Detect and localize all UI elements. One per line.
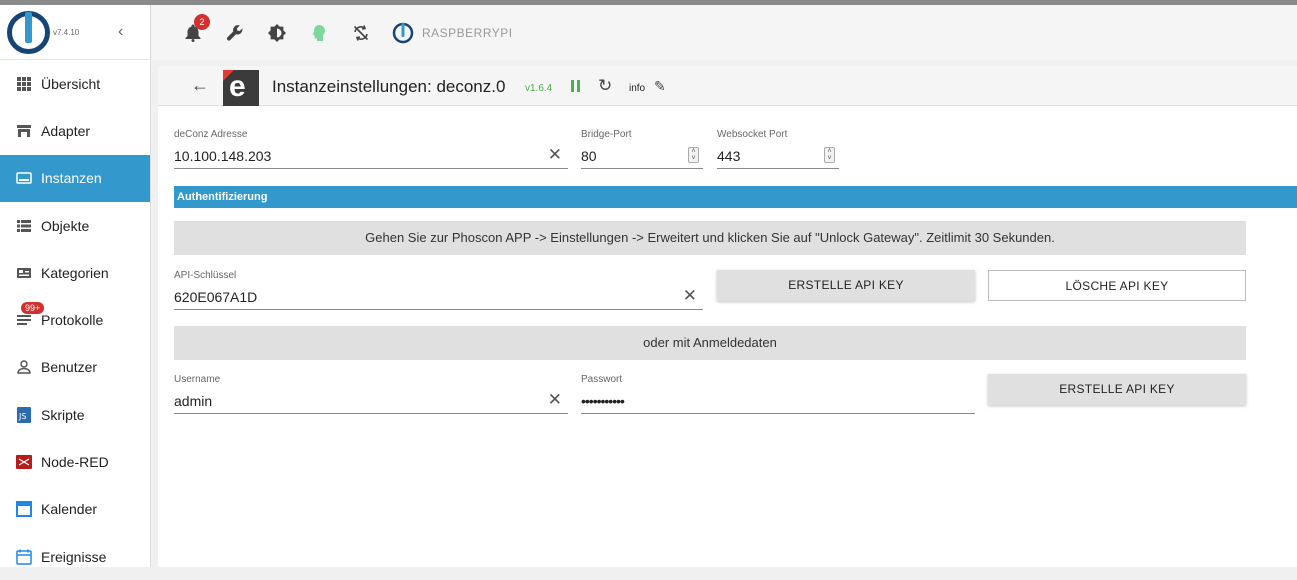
bell-icon[interactable]: 2 (182, 13, 210, 44)
clear-icon[interactable]: ✕ (548, 390, 562, 410)
sidebar-item-label: Objekte (41, 217, 90, 234)
input-value: 80 (581, 148, 597, 164)
sidebar: v7.4.10 ‹ Übersicht Adapter Instanzen Ob… (0, 5, 151, 567)
spinner-icon[interactable]: ˄ ˅ (688, 147, 699, 163)
host-name: RASPBERRYPI (422, 25, 513, 40)
api-key-input[interactable]: 620E067A1D ✕ (174, 286, 703, 310)
clear-icon[interactable]: ✕ (548, 145, 562, 165)
bridge-port-field: Bridge-Port 80 ˄ ˅ (581, 129, 703, 169)
sidebar-item-label: Adapter (41, 122, 91, 139)
info-link[interactable]: info (629, 83, 645, 94)
wrench-icon[interactable] (224, 22, 246, 44)
websocket-port-input[interactable]: 443 ˄ ˅ (717, 146, 839, 169)
panel-header: ← e Instanzeinstellungen: deconz.0 v1.6.… (158, 66, 1297, 106)
top-toolbar: 2 RASPBERRYPI (152, 5, 1297, 60)
deconz-adapter-logo: e (223, 70, 259, 106)
iobroker-logo[interactable] (7, 11, 50, 54)
user-icon (15, 358, 33, 376)
field-label: Username (174, 374, 221, 385)
sidebar-item-label: Übersicht (41, 75, 101, 92)
password-input[interactable]: ••••••••••• (581, 391, 975, 414)
sidebar-item-label: Kategorien (41, 264, 109, 281)
sidebar-item-label: Kalender (41, 501, 98, 518)
calendar-icon (15, 500, 33, 518)
input-value: 443 (717, 148, 741, 164)
chevron-left-icon[interactable]: ‹ (118, 23, 123, 41)
unlock-gateway-notice: Gehen Sie zur Phoscon APP -> Einstellung… (174, 221, 1246, 255)
username-field: Username admin ✕ (174, 374, 568, 414)
brightness-icon[interactable] (266, 22, 288, 44)
log-count-badge: 99+ (21, 302, 45, 315)
sidebar-item-skripte[interactable]: JS Skripte (0, 391, 150, 438)
sidebar-item-node-red[interactable]: Node-RED (0, 438, 150, 485)
page-title: Instanzeinstellungen: deconz.0 (272, 77, 506, 96)
input-value: ••••••••••• (581, 393, 625, 409)
create-api-key-credentials-button[interactable]: ERSTELLE API KEY (988, 374, 1246, 405)
pause-icon[interactable] (570, 80, 581, 92)
api-key-field: API-Schlüssel 620E067A1D ✕ (174, 270, 703, 310)
notification-count-badge: 2 (194, 13, 210, 30)
field-label: Bridge-Port (581, 129, 632, 140)
javascript-icon: JS (15, 406, 33, 424)
sidebar-item-label: Skripte (41, 406, 85, 423)
field-label: deConz Adresse (174, 129, 248, 140)
svg-text:JS: JS (18, 412, 26, 421)
deconz-address-input[interactable]: 10.100.148.203 ✕ (174, 145, 568, 169)
deconz-address-field: deConz Adresse 10.100.148.203 ✕ (174, 129, 568, 169)
sidebar-item-instanzen[interactable]: Instanzen (0, 154, 150, 202)
create-api-key-button[interactable]: ERSTELLE API KEY (717, 270, 975, 301)
adapter-version: v1.6.4 (525, 83, 553, 94)
node-red-icon (15, 453, 33, 471)
instance-settings-panel: ← e Instanzeinstellungen: deconz.0 v1.6.… (158, 66, 1297, 567)
category-icon (15, 264, 33, 282)
input-value: 620E067A1D (174, 289, 258, 305)
sidebar-item-benutzer[interactable]: Benutzer (0, 344, 150, 391)
sidebar-item-kalender[interactable]: Kalender (0, 486, 150, 533)
app-version: v7.4.10 (53, 28, 80, 37)
sidebar-item-label: Protokolle (41, 312, 104, 329)
websocket-port-field: Websocket Port 443 ˄ ˅ (717, 129, 839, 169)
sync-off-icon[interactable] (350, 22, 372, 44)
list-icon (15, 217, 33, 235)
spinner-icon[interactable]: ˄ ˅ (824, 147, 835, 163)
sidebar-item-objekte[interactable]: Objekte (0, 202, 150, 249)
sidebar-item-uebersicht[interactable]: Übersicht (0, 60, 150, 107)
pencil-icon[interactable]: ✎ (654, 78, 666, 95)
field-label: Passwort (581, 374, 623, 385)
sidebar-item-label: Node-RED (41, 454, 109, 471)
field-label: Websocket Port (717, 129, 788, 140)
clear-icon[interactable]: ✕ (683, 286, 697, 306)
instances-icon (15, 169, 33, 187)
arrow-left-icon[interactable]: ← (191, 75, 209, 96)
sidebar-item-kategorien[interactable]: Kategorien (0, 249, 150, 296)
expert-mode-icon[interactable] (308, 22, 330, 44)
input-value: admin (174, 393, 213, 409)
section-header-authentication: Authentifizierung (174, 186, 1297, 208)
sidebar-item-ereignisse[interactable]: Ereignisse (0, 533, 150, 580)
field-label: API-Schlüssel (174, 270, 237, 281)
host-logo-icon (392, 22, 414, 44)
password-field: Passwort ••••••••••• (581, 374, 975, 414)
sidebar-item-label: Ereignisse (41, 548, 107, 565)
sidebar-item-label: Benutzer (41, 359, 98, 376)
sidebar-item-adapter[interactable]: Adapter (0, 107, 150, 154)
grid-icon (15, 75, 33, 93)
store-icon (15, 122, 33, 140)
input-value: 10.100.148.203 (174, 148, 272, 164)
events-icon (15, 548, 33, 566)
delete-api-key-button[interactable]: LÖSCHE API KEY (988, 270, 1246, 301)
sidebar-brand: v7.4.10 ‹ (0, 5, 150, 60)
username-input[interactable]: admin ✕ (174, 390, 568, 414)
reload-icon[interactable]: ↻ (598, 76, 612, 96)
sidebar-item-label: Instanzen (41, 170, 102, 187)
bridge-port-input[interactable]: 80 ˄ ˅ (581, 146, 703, 169)
credentials-notice: oder mit Anmeldedaten (174, 326, 1246, 360)
sidebar-item-protokolle[interactable]: 99+ Protokolle (0, 296, 150, 343)
